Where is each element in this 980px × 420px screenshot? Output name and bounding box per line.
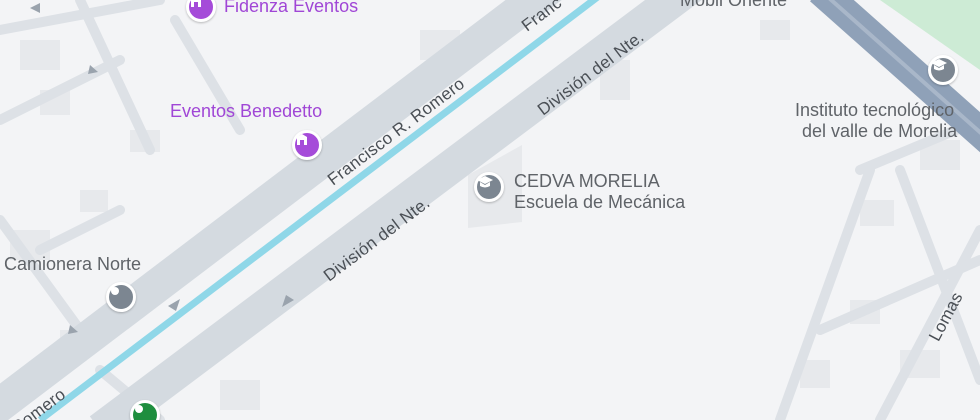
fidenza-eventos-label[interactable]: Fidenza Eventos (224, 0, 358, 17)
mobil-oriente-label[interactable]: Mobil Oriente (680, 0, 787, 11)
eventos-benedetto-label[interactable]: Eventos Benedetto (170, 101, 322, 122)
camionera-norte-label[interactable]: Camionera Norte (4, 254, 141, 275)
camionera-norte-pin[interactable] (106, 282, 136, 312)
cedva-morelia-pin[interactable] (474, 172, 504, 202)
school-icon (477, 176, 493, 188)
cedva-morelia-label[interactable]: CEDVA MORELIA Escuela de Mecánica (514, 171, 685, 213)
instituto-tecnologico-pin[interactable] (928, 55, 958, 85)
instituto-tecnologico-label[interactable]: Instituto tecnológico del valle de Morel… (792, 100, 957, 142)
eventos-benedetto-pin[interactable] (292, 130, 322, 160)
cedva-line1: CEDVA MORELIA (514, 171, 660, 191)
event-venue-icon (191, 0, 201, 7)
place-pin-icon (135, 405, 143, 413)
instituto-line1: Instituto tecnológico (794, 100, 955, 120)
map-base (0, 0, 980, 420)
cedva-line2: Escuela de Mecánica (514, 192, 686, 212)
map-canvas[interactable]: Francisco R. Romero Franc Romero Divisió… (0, 0, 980, 420)
place-pin-icon (111, 287, 119, 295)
instituto-line2: del valle de Morelia (802, 121, 958, 141)
event-venue-icon (297, 134, 307, 145)
school-icon (931, 59, 947, 71)
